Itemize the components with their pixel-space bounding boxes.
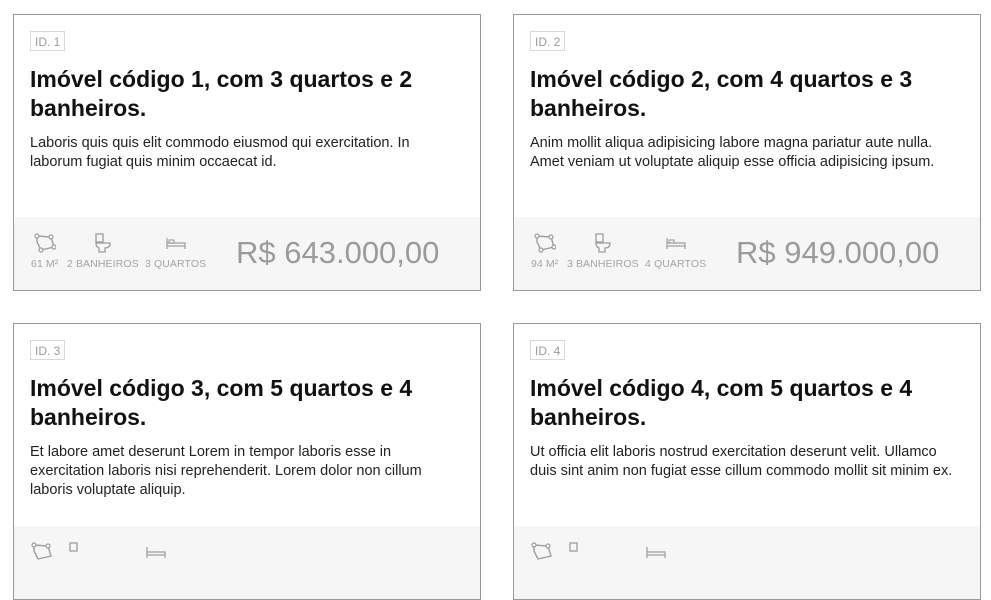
bathrooms-label: 3 BANHEIROS <box>567 258 639 270</box>
bed-icon <box>165 238 186 249</box>
area-polygon-icon <box>34 233 56 253</box>
property-title: Imóvel código 3, com 5 quartos e 4 banhe… <box>30 375 413 430</box>
property-card[interactable]: ID. 1 Imóvel código 1, com 3 quartos e 2… <box>13 14 481 291</box>
property-card[interactable]: ID. 2 Imóvel código 2, com 4 quartos e 3… <box>513 14 981 291</box>
id-badge: ID. 1 <box>30 31 66 51</box>
area-label: 61 M² <box>31 258 59 270</box>
property-title: Imóvel código 1, com 3 quartos e 2 banhe… <box>30 66 413 121</box>
bedrooms-feature <box>145 542 167 562</box>
property-card[interactable]: ID. 3 Imóvel código 3, com 5 quartos e 4… <box>13 323 481 600</box>
area-feature: 94 M² <box>531 233 558 270</box>
area-feature <box>31 542 53 562</box>
bathrooms-feature: 2 BANHEIROS <box>67 233 139 270</box>
toilet-icon <box>569 542 578 552</box>
property-price: R$ 949.000,00 <box>736 235 940 270</box>
bedrooms-feature: 3 QUARTOS <box>145 233 206 270</box>
property-title: Imóvel código 4, com 5 quartos e 4 banhe… <box>530 375 913 430</box>
bathrooms-feature <box>567 542 587 562</box>
property-description: Anim mollit aliqua adipisicing labore ma… <box>530 135 935 170</box>
toilet-icon <box>595 233 611 253</box>
bed-icon <box>646 547 666 558</box>
property-description: Laboris quis quis elit commodo eiusmod q… <box>30 135 410 170</box>
property-price: R$ 643.000,00 <box>236 235 440 270</box>
bedrooms-feature <box>645 542 667 562</box>
area-polygon-icon <box>531 542 552 560</box>
property-card[interactable]: ID. 4 Imóvel código 4, com 5 quartos e 4… <box>513 323 981 600</box>
toilet-icon <box>95 233 111 253</box>
bedrooms-feature: 4 QUARTOS <box>645 233 706 270</box>
id-badge: ID. 4 <box>530 340 566 360</box>
property-title: Imóvel código 2, com 4 quartos e 3 banhe… <box>530 66 913 121</box>
bathrooms-feature <box>67 542 87 562</box>
bedrooms-label: 4 QUARTOS <box>645 258 707 270</box>
toilet-icon <box>69 542 78 552</box>
property-footer: 94 M² 3 BANHEIROS 4 QUARTOS R$ 949.000,0… <box>514 217 980 290</box>
area-feature <box>531 542 553 562</box>
bathrooms-feature: 3 BANHEIROS <box>567 233 639 270</box>
id-badge: ID. 2 <box>530 31 566 51</box>
area-polygon-icon <box>31 542 52 560</box>
area-label: 94 M² <box>531 258 559 270</box>
bed-icon <box>665 238 686 249</box>
id-badge: ID. 3 <box>30 340 66 360</box>
property-footer: 61 M² 2 BANHEIROS 3 QUARTOS R$ 643.000,0… <box>14 217 480 290</box>
property-footer <box>514 526 980 599</box>
property-description: Ut officia elit laboris nostrud exercita… <box>530 444 953 479</box>
area-feature: 61 M² <box>31 233 58 270</box>
bathrooms-label: 2 BANHEIROS <box>67 258 139 270</box>
area-polygon-icon <box>534 233 556 253</box>
property-description: Et labore amet deserunt Lorem in tempor … <box>30 444 422 498</box>
property-footer <box>14 526 480 599</box>
bed-icon <box>146 547 166 558</box>
bedrooms-label: 3 QUARTOS <box>145 258 207 270</box>
